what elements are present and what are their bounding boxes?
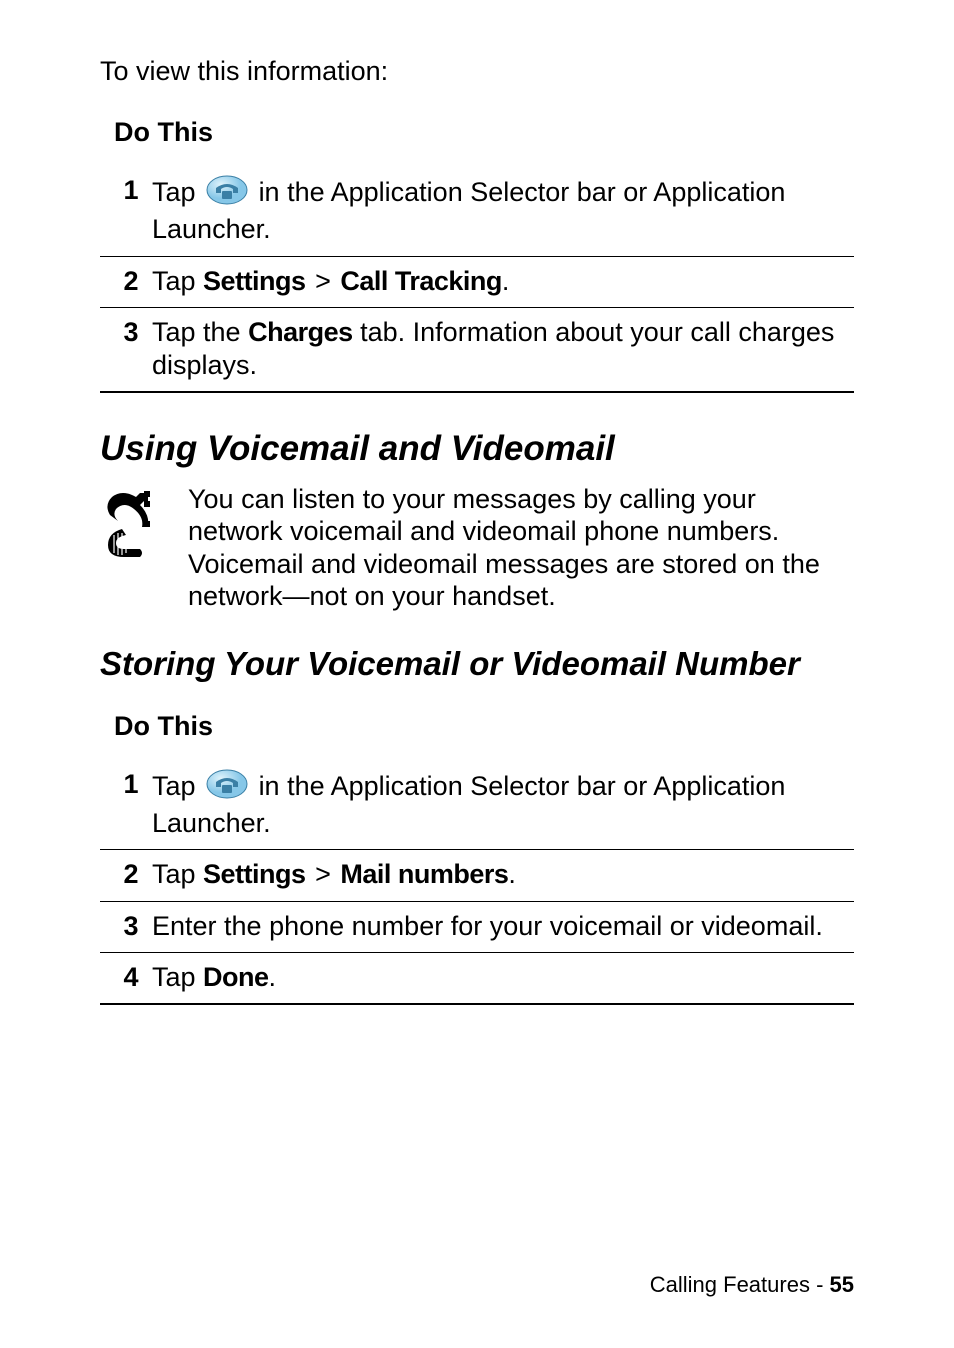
step-pre: Tap bbox=[152, 177, 203, 207]
step-content: Tap in the Application Selector bar or A… bbox=[152, 166, 854, 256]
step-content: Enter the phone number for your voicemai… bbox=[152, 901, 854, 952]
separator: > bbox=[306, 266, 341, 296]
phone-app-icon bbox=[205, 174, 249, 213]
table-row: 2 Tap Settings > Mail numbers. bbox=[100, 850, 854, 901]
phone-app-icon bbox=[205, 768, 249, 807]
step-content: Tap the Charges tab. Information about y… bbox=[152, 308, 854, 392]
step-number: 3 bbox=[100, 901, 152, 952]
table-row: 4 Tap Done. bbox=[100, 953, 854, 1005]
page-footer: Calling Features - 55 bbox=[650, 1272, 854, 1298]
separator: > bbox=[306, 859, 341, 889]
step-content: Tap Done. bbox=[152, 953, 854, 1005]
table-row: 2 Tap Settings > Call Tracking. bbox=[100, 256, 854, 307]
step-tap: Tap the bbox=[152, 317, 248, 347]
ui-label: Charges bbox=[248, 317, 353, 347]
voicemail-body: You can listen to your messages by calli… bbox=[188, 483, 854, 613]
voicemail-intro: You can listen to your messages by calli… bbox=[100, 483, 854, 613]
subsection-heading-storing: Storing Your Voicemail or Videomail Numb… bbox=[100, 645, 854, 683]
step-number: 2 bbox=[100, 256, 152, 307]
table1-header: Do This bbox=[114, 117, 854, 148]
step-number: 3 bbox=[100, 308, 152, 392]
ui-label: Done bbox=[203, 962, 269, 992]
step-pre: Tap bbox=[152, 770, 203, 800]
step-content: Tap Settings > Mail numbers. bbox=[152, 850, 854, 901]
ui-label: Call Tracking bbox=[340, 266, 502, 296]
voicemail-icon bbox=[100, 487, 170, 566]
step-tap: Tap bbox=[152, 859, 203, 889]
table2-header: Do This bbox=[114, 711, 854, 742]
footer-section: Calling Features - bbox=[650, 1272, 830, 1297]
end: . bbox=[508, 859, 516, 889]
step-number: 1 bbox=[100, 166, 152, 256]
ui-label: Mail numbers bbox=[340, 859, 508, 889]
ui-label: Settings bbox=[203, 266, 306, 296]
step-number: 1 bbox=[100, 760, 152, 850]
table-row: 1 Tap in the Application Selector bar or… bbox=[100, 760, 854, 850]
ui-label: Settings bbox=[203, 859, 306, 889]
section-heading-voicemail: Using Voicemail and Videomail bbox=[100, 429, 854, 469]
step-number: 2 bbox=[100, 850, 152, 901]
step-tap: Tap bbox=[152, 266, 203, 296]
step-content: Tap Settings > Call Tracking. bbox=[152, 256, 854, 307]
step-tap: Tap bbox=[152, 962, 203, 992]
end: . bbox=[502, 266, 510, 296]
step-content: Tap in the Application Selector bar or A… bbox=[152, 760, 854, 850]
table-row: 3 Enter the phone number for your voicem… bbox=[100, 901, 854, 952]
page-number: 55 bbox=[830, 1272, 854, 1297]
step-number: 4 bbox=[100, 953, 152, 1005]
end: . bbox=[269, 962, 277, 992]
intro-text: To view this information: bbox=[100, 56, 854, 87]
steps-table-1: 1 Tap in the Application Selector bar or… bbox=[100, 166, 854, 393]
table-row: 3 Tap the Charges tab. Information about… bbox=[100, 308, 854, 392]
table-row: 1 Tap in the Application Selector bar or… bbox=[100, 166, 854, 256]
steps-table-2: 1 Tap in the Application Selector bar or… bbox=[100, 760, 854, 1006]
